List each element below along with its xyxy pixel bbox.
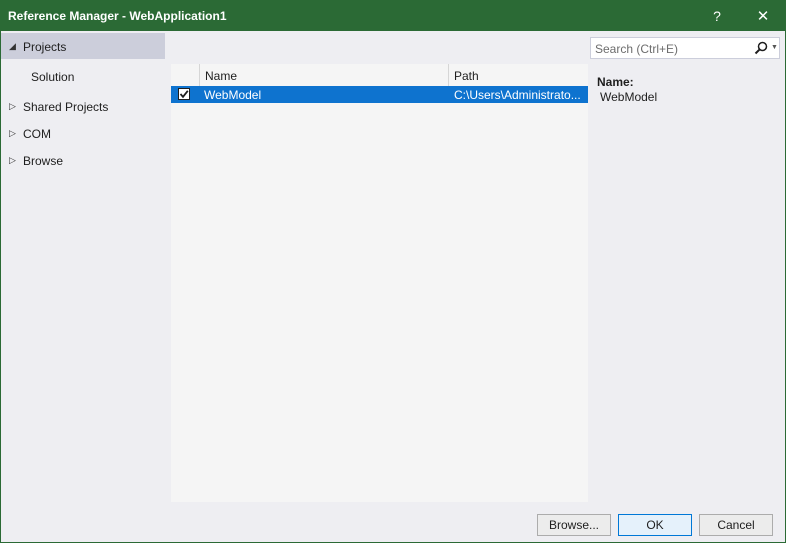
sidebar-item-label: Shared Projects <box>23 100 109 114</box>
column-header-path[interactable]: Path <box>449 64 588 86</box>
details-name-label: Name: <box>597 75 634 89</box>
collapsed-arrow-icon[interactable]: ▷ <box>9 128 17 138</box>
reference-name: WebModel <box>204 88 262 102</box>
sidebar-item-shared-projects[interactable]: ▷ Shared Projects <box>1 93 165 119</box>
sidebar-item-browse[interactable]: ▷ Browse <box>1 147 165 173</box>
details-name-value: WebModel <box>600 90 658 104</box>
sidebar-item-label: Browse <box>23 154 64 168</box>
reference-path: C:\Users\Administrato... <box>454 88 581 102</box>
collapsed-arrow-icon[interactable]: ▷ <box>9 155 17 165</box>
ok-button[interactable]: OK <box>618 514 692 536</box>
sidebar-item-com[interactable]: ▷ COM <box>1 120 165 146</box>
help-icon: ? <box>713 8 721 24</box>
window-title: Reference Manager - WebApplication1 <box>8 9 227 23</box>
sidebar-item-label: COM <box>23 127 51 141</box>
checkmark-icon <box>179 90 189 99</box>
browse-button[interactable]: Browse... <box>537 514 611 536</box>
sidebar-item-label: Solution <box>31 70 75 84</box>
search-box[interactable]: Search (Ctrl+E) ▼ <box>590 37 780 59</box>
list-item[interactable]: WebModel C:\Users\Administrato... <box>171 86 588 103</box>
reference-checkbox[interactable] <box>178 88 190 100</box>
column-header-check[interactable] <box>171 64 200 86</box>
list-header: Name Path <box>171 64 588 86</box>
search-input[interactable]: Search (Ctrl+E) <box>595 42 678 56</box>
help-button[interactable]: ? <box>697 1 737 31</box>
sidebar-item-label: Projects <box>23 40 67 54</box>
search-icon[interactable] <box>754 41 768 55</box>
cancel-button[interactable]: Cancel <box>699 514 773 536</box>
column-header-name[interactable]: Name <box>200 64 449 86</box>
chevron-down-icon[interactable]: ▼ <box>771 43 779 53</box>
reference-manager-dialog: Reference Manager - WebApplication1 ? ✕ … <box>0 0 786 543</box>
close-button[interactable]: ✕ <box>743 1 783 31</box>
reference-list: Name Path WebModel C:\Users\Administrato… <box>171 64 588 502</box>
category-sidebar: ◢ Projects Solution ▷ Shared Projects ▷ … <box>1 31 167 503</box>
sidebar-item-solution[interactable]: Solution <box>1 63 165 89</box>
sidebar-item-projects[interactable]: ◢ Projects <box>1 33 165 59</box>
collapsed-arrow-icon[interactable]: ▷ <box>9 101 17 111</box>
close-icon: ✕ <box>756 8 770 25</box>
expanded-arrow-icon[interactable]: ◢ <box>9 41 17 51</box>
title-bar[interactable]: Reference Manager - WebApplication1 ? ✕ <box>1 1 785 31</box>
